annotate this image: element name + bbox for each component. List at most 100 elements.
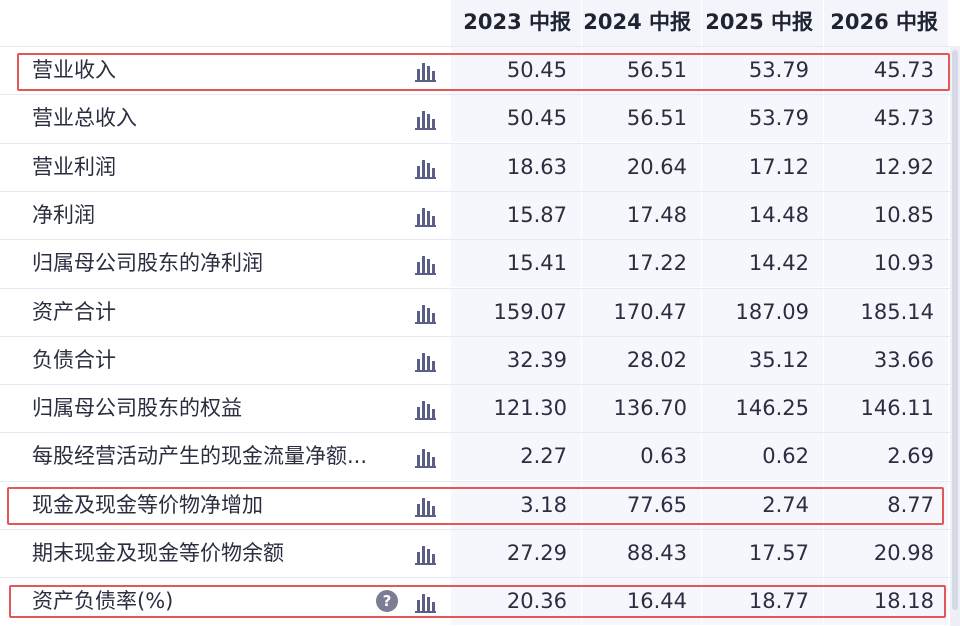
table-row: 净利润 15.87 17.48 14.48 10.85 — [0, 190, 960, 239]
bar-chart-icon[interactable] — [413, 495, 437, 517]
cell-value: 10.85 — [824, 191, 948, 239]
cell-value: 28.02 — [582, 336, 701, 384]
bar-chart-icon[interactable] — [413, 591, 437, 614]
row-label-cell: 资产负债率(%)? — [0, 578, 450, 625]
table-header: 2023 中报 2024 中报 2025 中报 2026 中报 — [0, 0, 960, 46]
row-label-cell: 归属母公司股东的权益 — [0, 385, 450, 432]
bar-chart-icon[interactable] — [413, 446, 437, 469]
row-label: 归属母公司股东的权益 — [32, 396, 242, 421]
bar-chart-icon[interactable] — [413, 543, 437, 565]
cell-value: 10.93 — [824, 240, 948, 288]
bar-chart-icon[interactable] — [413, 60, 437, 82]
table-row: 负债合计 32.39 28.02 35.12 33.66 — [0, 335, 960, 384]
cell-value: 17.22 — [582, 240, 701, 288]
row-label-cell: 营业收入 — [0, 47, 450, 94]
cell-value: 16.44 — [582, 578, 701, 626]
cell-value: 185.14 — [824, 288, 948, 336]
table-row: 归属母公司股东的权益 121.30 136.70 146.25 146.11 — [0, 384, 960, 433]
bar-chart-icon[interactable] — [413, 398, 437, 421]
column-header[interactable]: 2026 中报 — [824, 0, 948, 46]
cell-value: 20.98 — [824, 530, 948, 577]
row-label-cell: 负债合计 — [0, 337, 450, 384]
cell-value: 2.69 — [824, 433, 948, 481]
row-label-cell: 资产合计 — [0, 289, 450, 336]
row-label: 归属母公司股东的净利润 — [32, 251, 263, 276]
cell-value: 0.62 — [702, 433, 823, 481]
bar-chart-icon[interactable] — [413, 302, 437, 324]
cell-value: 17.12 — [702, 143, 823, 191]
cell-value: 14.48 — [702, 191, 823, 239]
row-label-cell: 期末现金及现金等价物余额 — [0, 530, 450, 577]
row-label-cell: 每股经营活动产生的现金流量净额... — [0, 433, 450, 480]
row-label-cell: 归属母公司股东的净利润 — [0, 240, 450, 287]
column-header[interactable]: 2023 中报 — [451, 0, 581, 46]
row-label-cell: 营业总收入 — [0, 95, 450, 142]
table-row: 资产合计 159.07 170.47 187.09 185.14 — [0, 287, 960, 336]
row-label: 营业总收入 — [32, 106, 137, 131]
cell-value: 18.18 — [824, 578, 948, 626]
table-row: 现金及现金等价物净增加 3.18 77.65 2.74 8.77 — [0, 480, 960, 529]
cell-value: 18.63 — [451, 143, 581, 191]
cell-value: 15.41 — [451, 240, 581, 288]
cell-value: 56.51 — [582, 47, 701, 94]
cell-value: 8.77 — [824, 481, 948, 529]
cell-value: 56.51 — [582, 95, 701, 143]
cell-value: 33.66 — [824, 336, 948, 384]
cell-value: 2.27 — [451, 433, 581, 481]
cell-value: 14.42 — [702, 240, 823, 288]
table-row: 营业收入 50.45 56.51 53.79 45.73 — [0, 46, 960, 94]
cell-value: 27.29 — [451, 530, 581, 577]
financial-table: 2023 中报 2024 中报 2025 中报 2026 中报 营业收入 50.4… — [0, 0, 960, 626]
table-row: 营业利润 18.63 20.64 17.12 12.92 — [0, 142, 960, 191]
cell-value: 146.11 — [824, 385, 948, 433]
cell-value: 20.36 — [451, 578, 581, 626]
cell-value: 50.45 — [451, 95, 581, 143]
cell-value: 0.63 — [582, 433, 701, 481]
column-header[interactable]: 2024 中报 — [582, 0, 701, 46]
column-header[interactable]: 2025 中报 — [702, 0, 823, 46]
row-label-cell: 营业利润 — [0, 144, 450, 191]
bar-chart-icon[interactable] — [413, 205, 437, 227]
row-label: 营业收入 — [32, 58, 116, 82]
cell-value: 17.48 — [582, 191, 701, 239]
help-icon[interactable]: ? — [376, 590, 398, 613]
cell-value: 45.73 — [824, 95, 948, 143]
cell-value: 32.39 — [451, 336, 581, 384]
cell-value: 17.57 — [702, 530, 823, 577]
row-label: 净利润 — [32, 202, 95, 227]
table-row: 营业总收入 50.45 56.51 53.79 45.73 — [0, 94, 960, 143]
table-row: 每股经营活动产生的现金流量净额... 2.27 0.63 0.62 2.69 — [0, 432, 960, 481]
cell-value: 77.65 — [582, 481, 701, 529]
cell-value: 136.70 — [582, 385, 701, 433]
bar-chart-icon[interactable] — [413, 108, 437, 131]
bar-chart-icon[interactable] — [413, 350, 437, 372]
row-label: 负债合计 — [32, 347, 116, 372]
row-label: 资产负债率(%) — [32, 589, 174, 614]
row-label: 每股经营活动产生的现金流量净额... — [32, 444, 368, 469]
cell-value: 20.64 — [582, 143, 701, 191]
cell-value: 159.07 — [451, 288, 581, 336]
cell-value: 35.12 — [702, 336, 823, 384]
cell-value: 170.47 — [582, 288, 701, 336]
row-label: 期末现金及现金等价物余额 — [32, 541, 284, 565]
cell-value: 45.73 — [824, 47, 948, 94]
table-row: 期末现金及现金等价物余额 27.29 88.43 17.57 20.98 — [0, 529, 960, 577]
cell-value: 12.92 — [824, 143, 948, 191]
header-label-spacer — [0, 0, 450, 46]
bar-chart-icon[interactable] — [413, 157, 437, 179]
cell-value: 2.74 — [702, 481, 823, 529]
cell-value: 121.30 — [451, 385, 581, 433]
row-label: 资产合计 — [32, 299, 116, 324]
scrollbar-thumb[interactable] — [952, 50, 958, 610]
cell-value: 18.77 — [702, 578, 823, 626]
row-label: 营业利润 — [32, 154, 116, 179]
cell-value: 187.09 — [702, 288, 823, 336]
bar-chart-icon[interactable] — [413, 253, 437, 276]
cell-value: 53.79 — [702, 95, 823, 143]
cell-value: 3.18 — [451, 481, 581, 529]
cell-value: 146.25 — [702, 385, 823, 433]
row-label: 现金及现金等价物净增加 — [32, 492, 263, 517]
cell-value: 50.45 — [451, 47, 581, 94]
row-label-cell: 现金及现金等价物净增加 — [0, 482, 450, 529]
row-label-cell: 净利润 — [0, 192, 450, 239]
